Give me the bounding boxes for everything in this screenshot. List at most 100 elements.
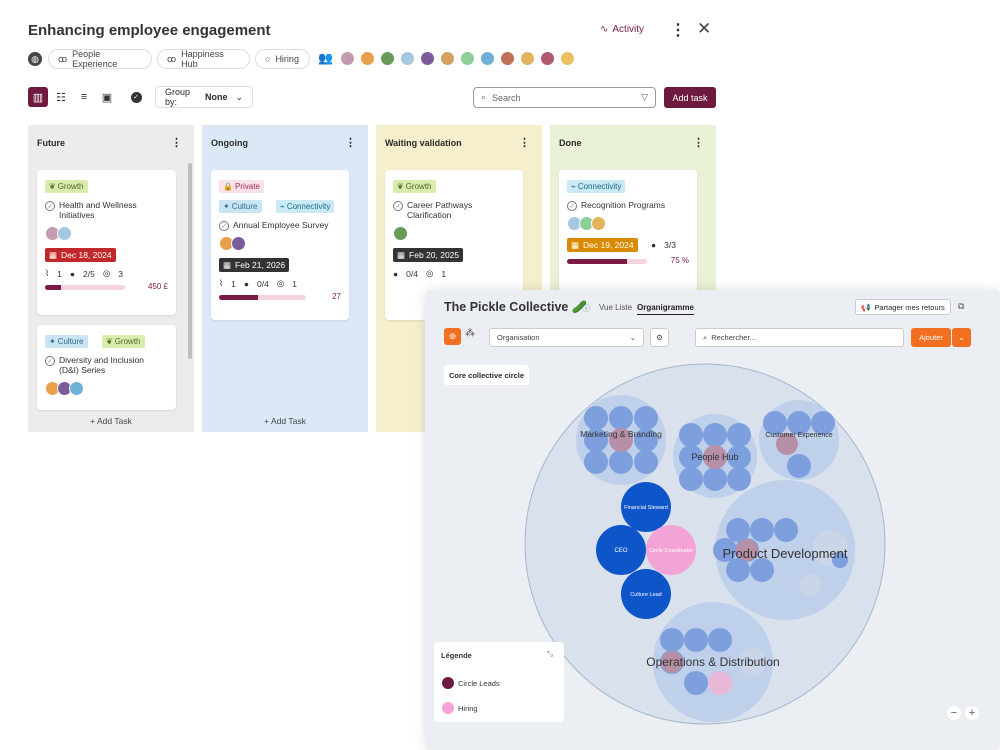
column-menu-button[interactable]: ⋮ (171, 136, 182, 149)
search-input[interactable]: ⌕ Search ▽ (473, 87, 656, 108)
task-meta: ● 3/3 (651, 240, 676, 250)
search-placeholder: Search (492, 92, 521, 103)
activity-label: Activity (612, 24, 645, 35)
activity-icon: ∿ (600, 24, 609, 35)
legend-label-hiring: Hiring (458, 704, 478, 713)
tag-label: Growth (57, 182, 84, 191)
due-date-text: Feb 20, 2025 (409, 250, 460, 260)
column-scrollbar[interactable] (188, 163, 192, 359)
member-avatar[interactable] (440, 51, 455, 66)
leaf-icon: ❦ (49, 182, 56, 191)
archive-icon[interactable]: ▣ (97, 87, 117, 107)
check-icon: ● (243, 278, 250, 289)
member-avatar[interactable] (540, 51, 555, 66)
culture-lead-label: Culture Lead (630, 592, 662, 598)
due-date-badge[interactable]: ▦ Dec 18, 2024 (45, 248, 116, 262)
globe-icon[interactable]: ◍ (28, 52, 42, 66)
add-task-link[interactable]: + Add Task (28, 416, 194, 426)
assignee-avatar[interactable] (393, 226, 408, 241)
task-title: Diversity and Inclusion (D&I) Series (59, 355, 145, 375)
customer-label: Customer Experience (765, 432, 832, 439)
tag-connectivity: ⌁ Connectivity (567, 180, 626, 193)
assignee-avatar[interactable] (591, 216, 606, 231)
complete-checkbox[interactable]: ✓ (393, 201, 403, 211)
close-icon[interactable]: ✕ (697, 19, 711, 39)
column-menu-button[interactable]: ⋮ (519, 136, 530, 149)
complete-checkbox[interactable]: ✓ (567, 201, 577, 211)
complete-checkbox[interactable]: ✓ (219, 221, 229, 231)
column-title: Ongoing (211, 138, 248, 148)
due-date-badge[interactable]: ▦ Feb 20, 2025 (393, 248, 464, 262)
chip-label: Hiring (275, 54, 299, 64)
member-avatar[interactable] (560, 51, 575, 66)
zoom-in-button[interactable]: + (965, 706, 979, 720)
calendar-icon: ▦ (397, 249, 406, 260)
member-avatar[interactable] (520, 51, 535, 66)
lock-icon: 🔒 (223, 182, 233, 191)
check-filter-icon[interactable]: ✓ (126, 87, 146, 107)
target-icon: ◎ (102, 268, 111, 278)
assignee-avatar[interactable] (69, 381, 84, 396)
add-task-button[interactable]: Add task (664, 87, 716, 108)
check-icon: ● (393, 268, 399, 279)
checks-count: 0/4 (257, 278, 269, 289)
tag-growth: ❦ Growth (393, 180, 436, 193)
tag-growth: ❦ Growth (102, 335, 145, 348)
chip-happiness-hub[interactable]: ꝏ Happiness Hub (157, 49, 250, 69)
circle-group-icon: ꝏ (167, 53, 177, 64)
column-menu-button[interactable]: ⋮ (345, 136, 356, 149)
task-card[interactable]: 🔒 Private ✦ Culture ⌁ Connectivity ✓ Annual Emp… (211, 170, 349, 320)
tag-label: Connectivity (286, 202, 331, 211)
activity-button[interactable]: ∿ Activity (600, 24, 644, 35)
coordinator-label: Circle Coordinator (649, 548, 693, 554)
member-avatar[interactable] (480, 51, 495, 66)
member-avatar[interactable] (400, 51, 415, 66)
goals-count: 3 (118, 268, 124, 279)
kanban-view-icon[interactable]: ▥ (28, 87, 48, 107)
complete-checkbox[interactable]: ✓ (45, 201, 55, 211)
member-avatar[interactable] (360, 51, 375, 66)
tree-view-icon[interactable]: ☷ (51, 87, 71, 107)
member-avatar[interactable] (420, 51, 435, 66)
collapse-icon[interactable]: ⤡ (547, 649, 553, 659)
chip-label: Happiness Hub (181, 49, 224, 69)
column-menu-button[interactable]: ⋮ (693, 136, 704, 149)
task-card[interactable]: ❦ Growth ✓ Health and Wellness Initiatives ▦… (37, 170, 176, 315)
target-icon: ◎ (276, 278, 285, 288)
assignee-avatar[interactable] (57, 226, 72, 241)
legend-label-circle-leads: Circle Leads (458, 679, 500, 688)
tag-growth: ❦ Growth (45, 180, 88, 193)
tag-label: Connectivity (577, 182, 622, 191)
task-card[interactable]: ✦ Culture ❦ Growth ✓ Diversity and Inclusion … (37, 325, 176, 410)
add-task-link[interactable]: + Add Task (202, 416, 368, 426)
group-by-dropdown[interactable]: Group by: None ⌄ (155, 86, 253, 108)
list-view-icon[interactable]: ≡ (74, 87, 94, 107)
chip-people-experience[interactable]: ꝏ People Experience (48, 49, 152, 69)
checks-count: 0/4 (406, 268, 418, 279)
due-date-badge[interactable]: ▦ Feb 21, 2026 (219, 258, 290, 272)
ceo-label: CEO (614, 548, 627, 554)
sparkle-icon: ✦ (223, 202, 230, 211)
legend: Légende ⤡ Circle Leads Hiring (434, 642, 564, 722)
paperclip-icon: ⌇ (45, 268, 50, 278)
column-title: Waiting validation (385, 138, 462, 148)
check-icon: ● (69, 268, 76, 279)
due-date-badge[interactable]: ▦ Dec 19, 2024 (567, 238, 638, 252)
members-icon[interactable]: 👥 (318, 51, 333, 65)
member-avatar[interactable] (340, 51, 355, 66)
complete-checkbox[interactable]: ✓ (45, 356, 55, 366)
chip-label: People Experience (72, 49, 118, 69)
member-avatar[interactable] (500, 51, 515, 66)
filter-icon[interactable]: ▽ (641, 92, 648, 103)
member-avatar[interactable] (460, 51, 475, 66)
calendar-icon: ▦ (49, 249, 58, 260)
progress-bar (45, 285, 125, 290)
attachments-count: 1 (231, 278, 236, 289)
tag-label: Growth (114, 337, 141, 346)
more-options-button[interactable]: ⋮ (670, 20, 686, 40)
column-title: Future (37, 138, 65, 148)
zoom-out-button[interactable]: − (947, 706, 961, 720)
member-avatar[interactable] (380, 51, 395, 66)
assignee-avatar[interactable] (231, 236, 246, 251)
chip-hiring[interactable]: ○ Hiring (255, 49, 310, 69)
